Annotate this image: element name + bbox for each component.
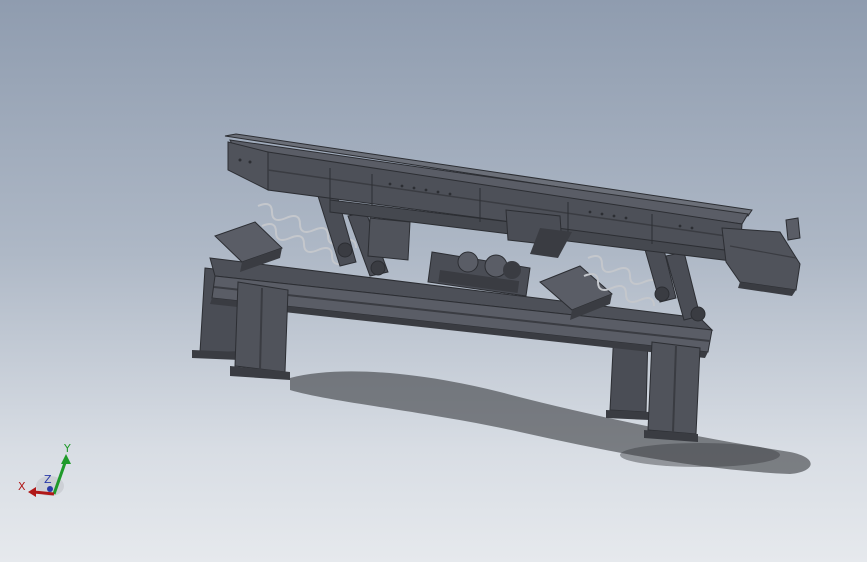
x-axis-arrowhead bbox=[28, 487, 36, 497]
3d-viewport[interactable]: Y X Z bbox=[0, 0, 867, 562]
discharge-chute bbox=[721, 217, 801, 296]
z-axis-label: Z bbox=[44, 473, 52, 486]
front-right-leg bbox=[644, 341, 701, 442]
coordinate-triad[interactable]: Y X Z bbox=[14, 440, 84, 510]
vibrating-feeder-model[interactable] bbox=[0, 0, 867, 562]
x-axis-arrow bbox=[33, 490, 55, 496]
leg-shadow-right bbox=[620, 443, 780, 467]
y-axis-label: Y bbox=[63, 442, 71, 455]
z-axis-dot bbox=[47, 486, 53, 492]
y-axis-arrowhead bbox=[61, 454, 71, 464]
front-left-leg bbox=[230, 281, 290, 380]
x-axis-label: X bbox=[18, 480, 26, 493]
